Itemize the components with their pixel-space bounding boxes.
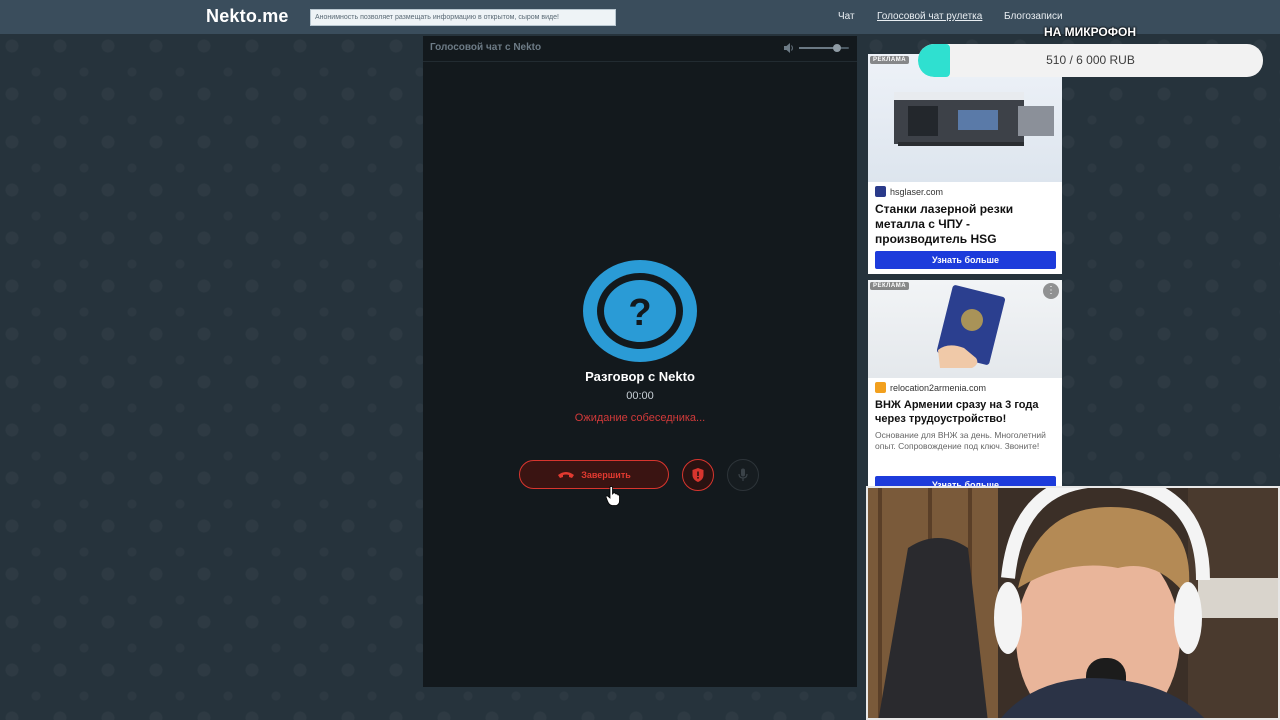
ad-domain[interactable]: hsglaser.com xyxy=(875,186,943,197)
nav-blog-link[interactable]: Блогозаписи xyxy=(1004,11,1063,22)
site-logo[interactable]: Nekto.me xyxy=(206,6,289,27)
donation-goal-title: НА МИКРОФОН xyxy=(1043,25,1137,39)
donation-progress-bar: 510 / 6 000 RUB xyxy=(918,44,1263,77)
microphone-button[interactable] xyxy=(727,459,759,491)
conversation-title: Разговор с Nekto xyxy=(585,369,695,384)
nav-voice-roulette-link[interactable]: Голосовой чат рулетка xyxy=(877,11,982,22)
ad-image-passport[interactable] xyxy=(868,280,1062,378)
ad-domain-text: hsglaser.com xyxy=(890,186,944,197)
anonymous-avatar-icon: ? xyxy=(583,260,697,362)
end-call-button[interactable]: Завершить xyxy=(519,460,669,489)
ad-description: Основание для ВНЖ за день. Многолетний о… xyxy=(875,430,1046,451)
ad-title[interactable]: ВНЖ Армении сразу на 3 года через трудоу… xyxy=(875,398,1057,426)
waiting-status: Ожидание собеседника... xyxy=(574,412,706,424)
mouse-cursor-icon xyxy=(606,486,620,506)
volume-slider-fill xyxy=(799,47,837,49)
volume-slider-handle[interactable] xyxy=(832,44,841,52)
shield-icon xyxy=(692,468,704,482)
chat-header: Голосовой чат с Nekto xyxy=(423,36,857,62)
hsg-favicon-icon xyxy=(875,186,886,197)
volume-slider[interactable] xyxy=(799,44,849,52)
nav-chat-link[interactable]: Чат xyxy=(838,11,855,22)
chat-title: Голосовой чат с Nekto xyxy=(430,42,542,53)
ad-title[interactable]: Станки лазерной резки металла с ЧПУ - пр… xyxy=(875,202,1057,247)
volume-icon[interactable] xyxy=(783,42,795,54)
relocation-favicon-icon xyxy=(875,382,886,393)
ad-card[interactable]: РЕКЛАМА ⋮ relocation2armenia.com ВНЖ Арм… xyxy=(868,280,1062,494)
streamer-webcam xyxy=(866,486,1280,720)
notice-banner: Анонимность позволяет размещать информац… xyxy=(310,9,616,26)
end-call-label: Завершить xyxy=(581,469,631,480)
microphone-icon xyxy=(738,468,748,481)
hang-up-phone-icon xyxy=(558,471,575,478)
donation-progress-text: 510 / 6 000 RUB xyxy=(1046,53,1135,67)
ad-domain[interactable]: relocation2armenia.com xyxy=(875,382,986,393)
ad-label: РЕКЛАМА xyxy=(870,282,910,290)
voice-chat-panel: Голосовой чат с Nekto ? Разговор с Nekto… xyxy=(423,36,857,687)
call-timer: 00:00 xyxy=(626,390,654,402)
svg-text:?: ? xyxy=(628,292,651,334)
more-options-icon[interactable]: ⋮ xyxy=(1043,283,1059,299)
ad-card[interactable]: РЕКЛАМА hsglaser.com Станки лазерной рез… xyxy=(868,54,1062,274)
ad-learn-more-button[interactable]: Узнать больше xyxy=(875,251,1056,269)
report-button[interactable] xyxy=(682,459,714,491)
ad-domain-text: relocation2armenia.com xyxy=(890,382,987,393)
ad-label: РЕКЛАМА xyxy=(870,56,910,64)
